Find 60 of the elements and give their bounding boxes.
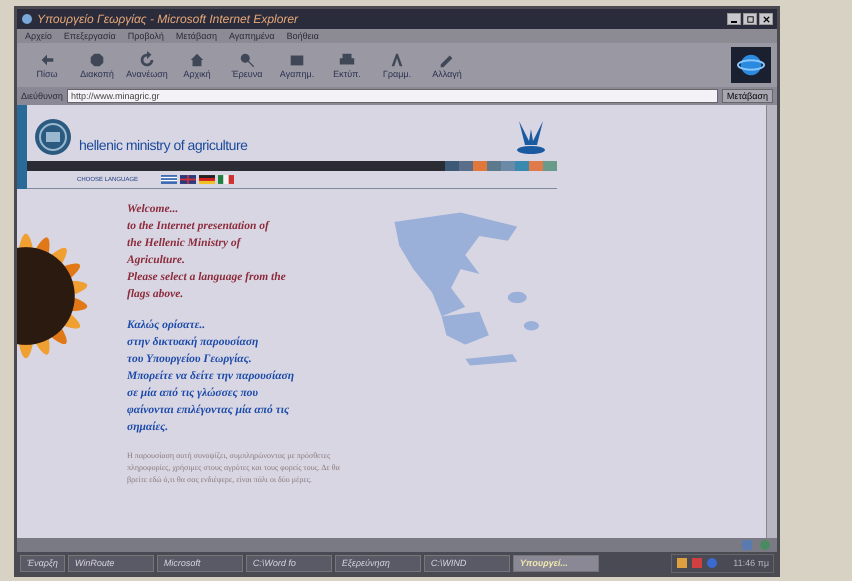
close-icon <box>762 14 770 24</box>
menu-item[interactable]: Προβολή <box>128 31 164 41</box>
intro-paragraph: Η παρουσίαση αυτή συνοψίζει, συμπληρώνοντας με πρόσθετες πληροφορίες, χρήσιμες στους αγρότες και τους φορείς τους. Δε θα βρείτε εδώ ό,τι θα σας ενδιέφερε, είναι πάλι οι δύο μέρες. <box>127 450 341 486</box>
menu-item[interactable]: Επεξεργασία <box>64 31 116 41</box>
taskbar-button[interactable]: Microsoft <box>156 554 243 572</box>
flag-icon[interactable] <box>199 175 216 184</box>
toolbar-button[interactable]: Πίσω <box>23 51 71 79</box>
tray-icon[interactable] <box>676 557 688 569</box>
taskbar-button[interactable]: C:\WIND <box>424 554 510 572</box>
taskbar-button[interactable]: C:\Word fo <box>246 554 332 572</box>
toolbar-button[interactable]: Αρχική <box>173 51 221 79</box>
welcome-text: Καλώς ορίσατε.. <box>127 318 206 333</box>
toolbar-button[interactable]: Εκτύπ. <box>323 51 371 79</box>
toolbar-button[interactable]: Αγαπημ. <box>273 51 321 79</box>
minimize-icon <box>731 20 737 22</box>
window-title: Υπουργείο Γεωργίας - Microsoft Internet Explorer <box>37 12 298 26</box>
close-button[interactable] <box>759 13 773 25</box>
welcome-text: flags above. <box>127 287 184 302</box>
menu-item[interactable]: Αρχείο <box>25 31 52 41</box>
go-button[interactable]: Μετάβαση <box>722 89 773 103</box>
refresh-icon <box>138 51 156 69</box>
toolbar-button[interactable]: Διακοπή <box>73 51 121 79</box>
stop-icon <box>88 51 106 69</box>
scrollbar[interactable] <box>766 105 777 538</box>
seal-logo <box>33 117 73 157</box>
address-field[interactable]: http://www.minagric.gr <box>66 89 718 103</box>
browser-icon <box>21 13 33 25</box>
welcome-text: Μπορείτε να δείτε την παρουσίαση <box>127 369 296 384</box>
toolbar-button[interactable]: Ανανέωση <box>123 51 171 79</box>
flag-icon[interactable] <box>180 175 196 184</box>
welcome-text: the Hellenic Ministry of <box>127 236 242 251</box>
taskbar-button[interactable]: WinRoute <box>68 554 154 572</box>
toolbar-button[interactable]: Αλλαγή <box>423 51 471 79</box>
maximize-icon <box>746 14 754 24</box>
site-name: hellenic ministry of agriculture <box>79 137 248 153</box>
start-button[interactable]: Έναρξη <box>20 554 65 572</box>
welcome-text: στην δικτυακή παρουσίαση <box>127 335 260 350</box>
welcome-text: σε μία από τις γλώσσες που <box>127 386 260 401</box>
menu-item[interactable]: Μετάβαση <box>176 31 217 41</box>
welcome-text: to the Internet presentation of <box>127 219 271 234</box>
taskbar-button[interactable]: Εξερεύνηση <box>334 554 421 572</box>
flag-icon[interactable] <box>161 175 178 184</box>
menu-item[interactable]: Αγαπημένα <box>228 31 275 41</box>
minimize-button[interactable] <box>727 13 741 25</box>
menu-item[interactable]: Βοήθεια <box>286 31 319 41</box>
welcome-text: του Υπουργείου Γεωργίας. <box>127 352 253 367</box>
toolbar-button[interactable]: Έρευνα <box>223 51 271 79</box>
welcome-text: φαίνονται επιλέγοντας μία από τις <box>127 403 290 418</box>
globe-icon <box>759 539 771 551</box>
maximize-button[interactable] <box>743 13 757 25</box>
clock: 11:46 πμ <box>733 558 769 568</box>
welcome-text: Welcome... <box>127 202 180 217</box>
search-icon <box>238 51 256 69</box>
taskbar-button[interactable]: Υπουργεί... <box>512 554 599 572</box>
welcome-text: σημαίες. <box>127 420 170 435</box>
home-icon <box>188 51 206 69</box>
address-label: Διεύθυνση <box>21 91 63 101</box>
welcome-text: Please select a language from the <box>127 270 287 285</box>
toolbar-button[interactable]: Γραμμ. <box>373 51 421 79</box>
welcome-text: Agriculture. <box>127 253 186 268</box>
